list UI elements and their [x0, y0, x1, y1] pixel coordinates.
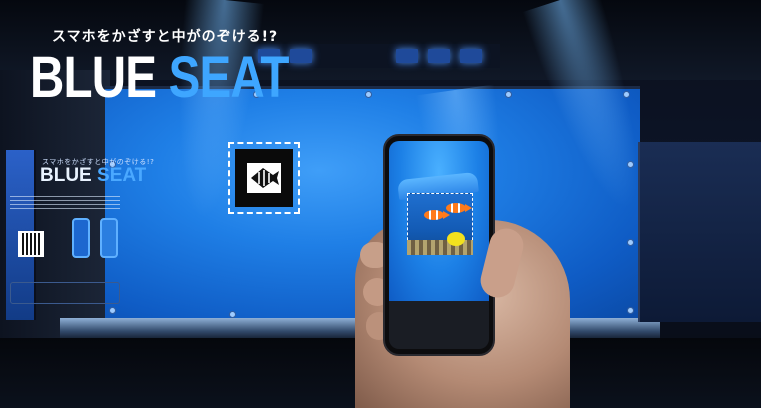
rivet: [627, 239, 634, 246]
side-panel-description: [10, 196, 120, 210]
rivet: [109, 307, 116, 314]
phone-step-icon: [72, 218, 90, 258]
side-panel-title: BLUE SEAT: [40, 165, 146, 187]
qr-code-icon: [18, 231, 44, 257]
headline-title: BLUE SEAT: [30, 48, 289, 108]
side-title-word-blue: BLUE: [40, 165, 92, 186]
ceiling-sign: [396, 49, 418, 63]
headline-subtitle: スマホをかざすと中がのぞける!?: [52, 29, 279, 45]
title-word-blue: BLUE: [30, 45, 157, 110]
phone-screen-lower: [389, 301, 489, 349]
side-title-word-seat: SEAT: [97, 165, 147, 186]
phone-step-icon: [100, 218, 118, 258]
right-info-panel: [638, 142, 761, 322]
rivet: [365, 91, 372, 98]
yellow-tang-icon: [447, 232, 465, 246]
ar-marker-inner: [235, 149, 293, 207]
rivet: [229, 311, 236, 318]
angelfish-icon: [247, 163, 281, 193]
ceiling-sign: [460, 49, 482, 63]
ceiling-sign: [428, 49, 450, 63]
clownfish-icon: [424, 210, 450, 220]
rivet: [627, 307, 634, 314]
rivet: [505, 91, 512, 98]
title-word-seat: SEAT: [168, 45, 290, 110]
exhibit-scene: スマホをかざすと中がのぞける!? BLUE SEAT スマホをかざすと中がのぞけ…: [0, 0, 761, 408]
ar-marker: [228, 142, 300, 214]
side-panel-footer: [10, 282, 120, 304]
clownfish-icon: [446, 203, 472, 213]
ceiling-sign: [290, 49, 312, 63]
